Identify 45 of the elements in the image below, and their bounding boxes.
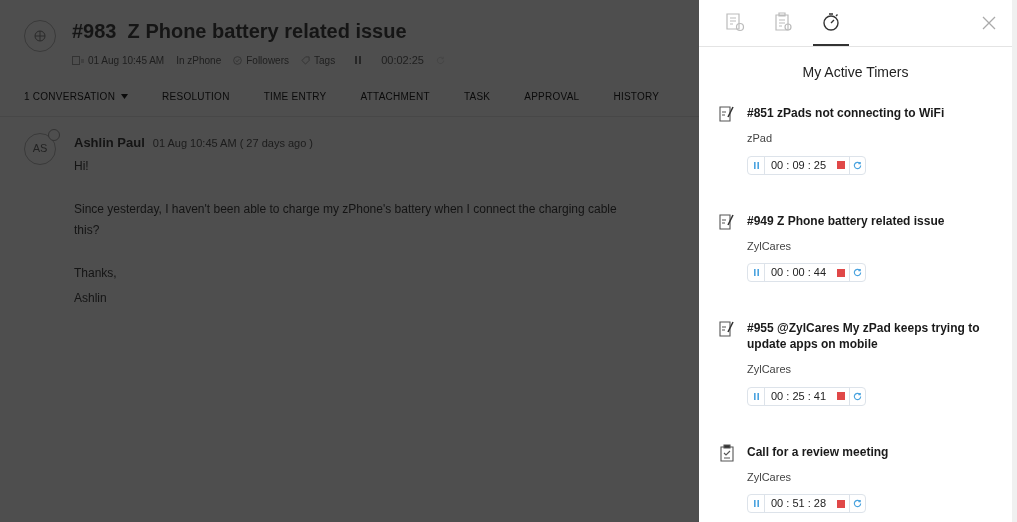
timer-title[interactable]: Call for a review meeting <box>747 443 987 460</box>
ticket-list-icon <box>725 11 745 32</box>
ticket-icon <box>719 320 735 338</box>
pause-icon <box>753 392 759 400</box>
ticket-icon <box>719 105 735 123</box>
timer-title[interactable]: #955 @ZylCares My zPad keeps trying to update apps on mobile <box>747 320 987 352</box>
timer-department: zPad <box>747 131 774 146</box>
timer-title[interactable]: #949 Z Phone battery related issue <box>747 212 987 229</box>
calendar-icon <box>72 55 84 65</box>
ticket-tab[interactable]: TASK <box>463 88 491 104</box>
channel-badge <box>48 128 60 141</box>
ticket-tab[interactable]: TIME ENTRY <box>263 88 327 104</box>
globe-icon <box>34 30 46 42</box>
timer-department: ZylCares <box>747 362 792 377</box>
message-text: Thanks, <box>74 265 118 282</box>
refresh-icon <box>853 391 863 401</box>
pause-icon <box>355 56 362 65</box>
timer-value: 00 : 00 : 44 <box>764 264 833 281</box>
stopwatch-icon <box>821 11 841 32</box>
refresh-icon <box>853 499 863 508</box>
author-name: Ashlin Paul <box>74 133 145 152</box>
ticket-tab[interactable]: APPROVAL <box>524 88 580 104</box>
timer-department: ZylCares <box>747 469 792 485</box>
timer-value: 00 : 51 : 28 <box>764 495 833 512</box>
task-icon <box>719 443 735 462</box>
ticket-tab[interactable]: HISTORY <box>613 88 660 104</box>
message-text: Hi! <box>74 158 90 175</box>
clipboard-icon <box>773 11 793 32</box>
pause-icon <box>753 161 759 169</box>
ticket-tab[interactable]: 1 CONVERSATION <box>24 88 129 104</box>
refresh-icon <box>853 160 863 170</box>
ticket-tab[interactable]: RESOLUTION <box>162 88 230 104</box>
close-icon <box>982 16 996 30</box>
timer-department: ZylCares <box>747 238 792 254</box>
ticket-title: #983 Z Phone battery related issue <box>72 19 408 44</box>
timer-value: 00 : 25 : 41 <box>764 387 833 405</box>
ticket-tab[interactable]: ATTACHMENT <box>360 88 430 104</box>
panel-title: My Active Timers <box>801 63 910 82</box>
message-text: Ashlin <box>74 290 108 307</box>
pause-icon <box>753 500 759 507</box>
timer-value: 00 : 09 : 25 <box>764 156 833 174</box>
pause-icon <box>753 269 759 276</box>
timer-title[interactable]: #851 zPads not connecting to WiFi <box>747 105 987 121</box>
refresh-icon <box>853 268 863 277</box>
ticket-icon <box>719 212 735 231</box>
